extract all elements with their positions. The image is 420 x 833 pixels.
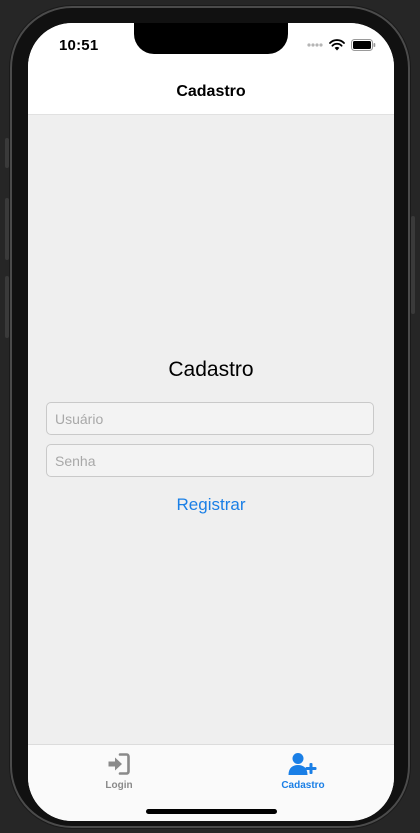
phone-frame: 10:51 Cadastro Cadastro Usuário Registra… <box>10 6 410 828</box>
register-button[interactable]: Registrar <box>28 495 394 515</box>
tab-cadastro[interactable]: Cadastro <box>243 752 363 791</box>
navigation-bar: Cadastro <box>28 69 394 115</box>
tab-login-label: Login <box>105 780 133 791</box>
notch <box>134 23 288 54</box>
home-indicator <box>146 809 277 814</box>
wifi-icon <box>329 39 345 51</box>
device-stage: 10:51 Cadastro Cadastro Usuário Registra… <box>0 0 420 833</box>
mute-switch <box>5 138 9 168</box>
register-screen: Cadastro Registrar <box>28 115 394 744</box>
volume-down-button <box>5 276 9 338</box>
form-title: Cadastro <box>168 358 254 381</box>
signal-dots-icon <box>307 43 323 47</box>
screen: 10:51 Cadastro Cadastro Usuário Registra… <box>28 23 394 821</box>
sign-in-icon <box>108 753 130 775</box>
username-input[interactable] <box>46 402 374 435</box>
nav-title: Cadastro <box>176 83 246 100</box>
user-plus-icon <box>288 753 317 775</box>
volume-up-button <box>5 198 9 260</box>
power-button <box>411 216 415 314</box>
tab-login[interactable]: Login <box>59 752 179 791</box>
tab-cadastro-label: Cadastro <box>281 780 325 791</box>
battery-icon <box>351 39 376 51</box>
status-time: 10:51 <box>59 37 99 54</box>
password-input[interactable] <box>46 444 374 477</box>
status-icons <box>307 39 376 51</box>
